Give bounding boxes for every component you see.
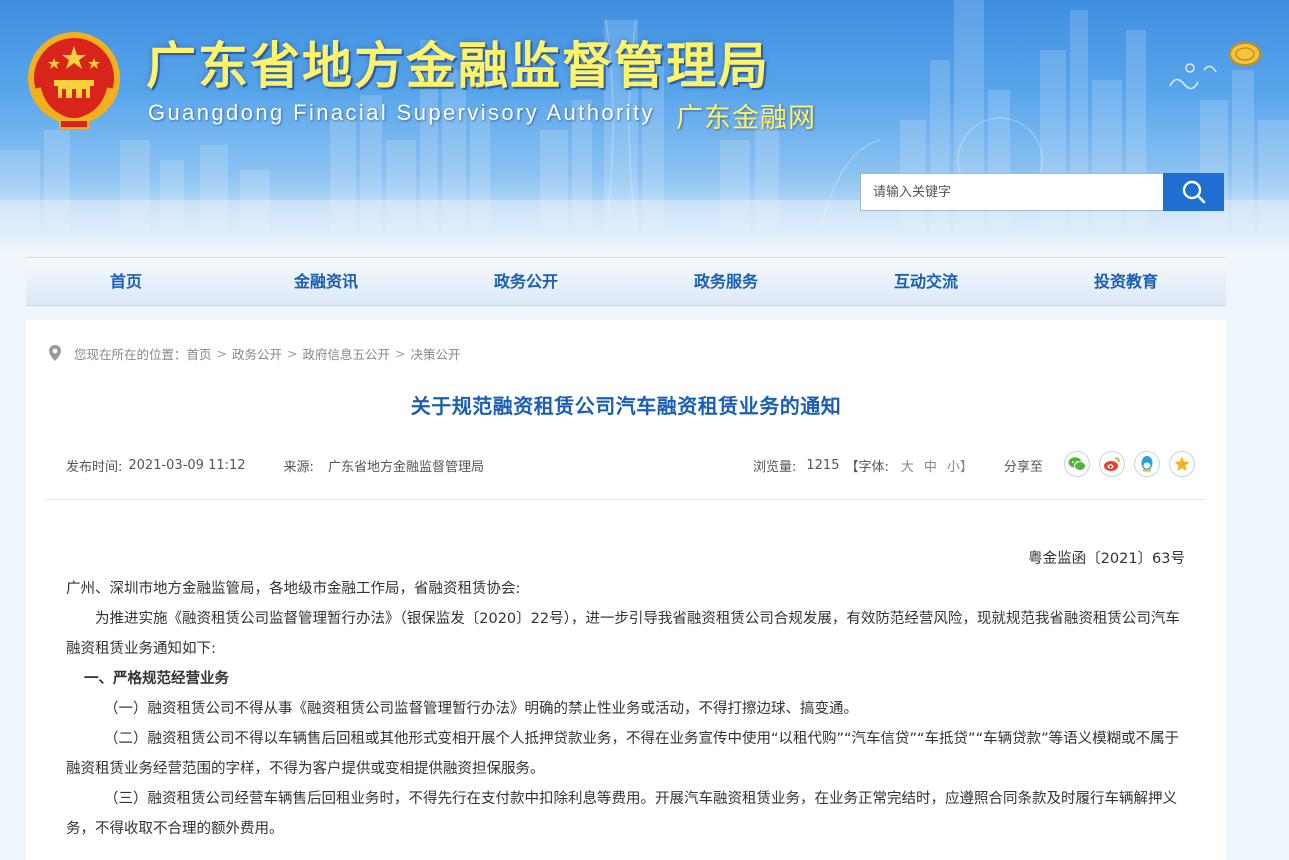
font-size-medium-button[interactable]: 中 xyxy=(924,456,937,475)
qq-icon xyxy=(1141,456,1153,472)
article-paragraph: 为推进实施《融资租赁公司监督管理暂行办法》（银保监发〔2020〕22号），进一步… xyxy=(66,611,1180,657)
breadcrumb-separator: > xyxy=(216,345,228,361)
site-network-name: 广东金融网 xyxy=(676,103,816,134)
share-weibo-button[interactable] xyxy=(1099,451,1125,477)
meta-divider xyxy=(46,499,1204,500)
article-section-heading: 一、严格规范经营业务 xyxy=(84,671,229,687)
search-button[interactable] xyxy=(1163,173,1224,211)
breadcrumb-prefix: 您现在所在的位置： xyxy=(74,346,187,362)
article-meta: 发布时间: 2021-03-09 11:12 来源: 广东省地方金融监督管理局 xyxy=(66,455,484,475)
source-label: 来源: xyxy=(283,459,314,475)
article-paragraph: （二）融资租赁公司不得以车辆售后回租或其他形式变相开展个人抵押贷款业务，不得在业… xyxy=(66,731,1180,777)
site-subtitle: Guangdong Finacial Supervisory Authority xyxy=(148,100,655,125)
qzone-star-icon xyxy=(1174,456,1190,471)
font-size-small-button[interactable]: 小】 xyxy=(947,456,973,475)
nav-item-investor-education[interactable]: 投资教育 xyxy=(1026,258,1226,305)
font-size-label: 【字体: xyxy=(845,459,889,475)
share-qq-button[interactable] xyxy=(1134,451,1160,477)
gold-coin-icon xyxy=(1229,42,1261,66)
weibo-icon xyxy=(1104,457,1120,471)
share-label: 分享至 xyxy=(1003,459,1043,475)
share-wechat-button[interactable] xyxy=(1064,451,1090,477)
document-number: 粤金监函〔2021〕63号 xyxy=(1028,551,1185,567)
article-body: 广州、深圳市地方金融监管局，各地级市金融工作局，省融资租赁协会: 为推进实施《融… xyxy=(66,574,1188,844)
decorative-doodle-icon xyxy=(1169,63,1217,90)
location-pin-icon xyxy=(49,345,61,361)
breadcrumb-separator: > xyxy=(287,345,298,361)
main-navigation: 首页 金融资讯 政务公开 政务服务 互动交流 投资教育 xyxy=(26,257,1226,306)
breadcrumb: 您现在所在的位置： 首页 > 政务公开 > 政府信息五公开 > 决策公开 xyxy=(48,342,461,364)
article-salutation: 广州、深圳市地方金融监管局，各地级市金融工作局，省融资租赁协会: xyxy=(66,581,521,597)
search-icon xyxy=(1182,180,1205,204)
article-tools: 浏览量: 1215 【字体: 大 中 小】 分享至 xyxy=(753,455,1061,475)
nav-item-government-services[interactable]: 政务服务 xyxy=(626,258,826,305)
source-value: 广东省地方金融监督管理局 xyxy=(327,459,484,475)
share-qzone-button[interactable] xyxy=(1169,451,1195,477)
article-title: 关于规范融资租赁公司汽车融资租赁业务的通知 xyxy=(410,394,842,418)
breadcrumb-item-decision-disclosure[interactable]: 决策公开 xyxy=(411,344,461,363)
breadcrumb-separator: > xyxy=(395,345,406,361)
breadcrumb-item-home[interactable]: 首页 xyxy=(187,344,212,363)
search-input[interactable] xyxy=(860,173,1164,211)
views-label: 浏览量: xyxy=(753,459,797,475)
nav-item-financial-news[interactable]: 金融资讯 xyxy=(226,258,426,305)
site-title: 广东省地方金融监督管理局 xyxy=(146,37,770,95)
publish-time-label: 发布时间: xyxy=(66,459,123,475)
article-paragraph: （一）融资租赁公司不得从事《融资租赁公司监督管理暂行办法》明确的禁止性业务或活动… xyxy=(104,701,858,717)
national-emblem-icon xyxy=(28,32,120,129)
nav-item-government-affairs-disclosure[interactable]: 政务公开 xyxy=(426,258,626,305)
article-paragraph: （三）融资租赁公司经营车辆售后回租业务时，不得先行在支付款中扣除利息等费用。开展… xyxy=(66,791,1177,837)
breadcrumb-item-government-affairs[interactable]: 政务公开 xyxy=(232,344,282,363)
wechat-icon xyxy=(1068,457,1086,471)
font-size-large-button[interactable]: 大 xyxy=(901,456,914,475)
header-banner: 广东省地方金融监督管理局 Guangdong Finacial Supervis… xyxy=(0,0,1289,250)
views-count: 1215 xyxy=(806,457,840,473)
publish-time-value: 2021-03-09 11:12 xyxy=(128,457,246,473)
share-buttons xyxy=(1064,451,1195,477)
nav-item-interaction[interactable]: 互动交流 xyxy=(826,258,1026,305)
breadcrumb-item-info-disclosure[interactable]: 政府信息五公开 xyxy=(303,344,391,363)
nav-item-home[interactable]: 首页 xyxy=(26,258,226,305)
